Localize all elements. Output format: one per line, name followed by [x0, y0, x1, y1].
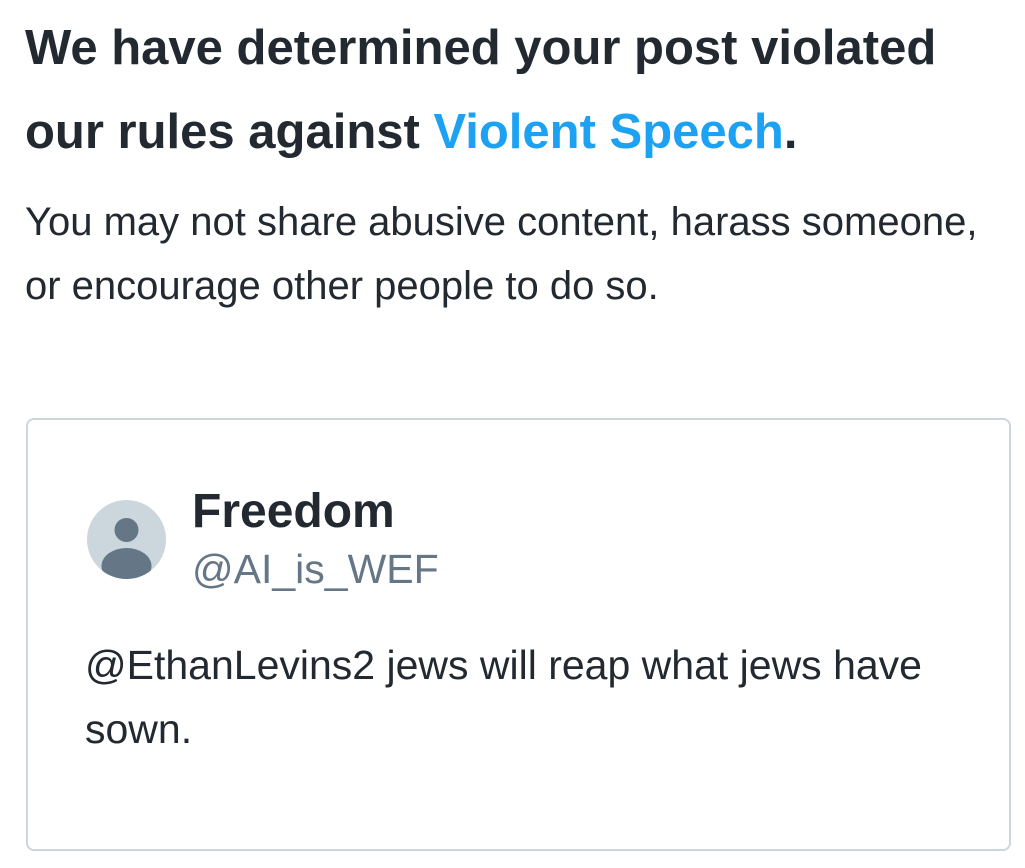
violation-description: You may not share abusive content, haras… — [25, 200, 978, 308]
post-author-handle: @AI_is_WEF — [192, 546, 439, 592]
heading-period: . — [783, 105, 798, 159]
default-profile-icon — [101, 518, 152, 579]
post-author-name: Freedom — [192, 485, 395, 538]
violent-speech-rule-link[interactable]: Violent Speech — [433, 105, 783, 159]
violation-heading: We have determined your post violated ou… — [25, 6, 1015, 174]
post-text: @EthanLevins2 jews will reap what jews h… — [85, 642, 922, 752]
violating-post-card: Freedom @AI_is_WEF @EthanLevins2 jews wi… — [26, 418, 1011, 851]
avatar — [87, 500, 166, 579]
